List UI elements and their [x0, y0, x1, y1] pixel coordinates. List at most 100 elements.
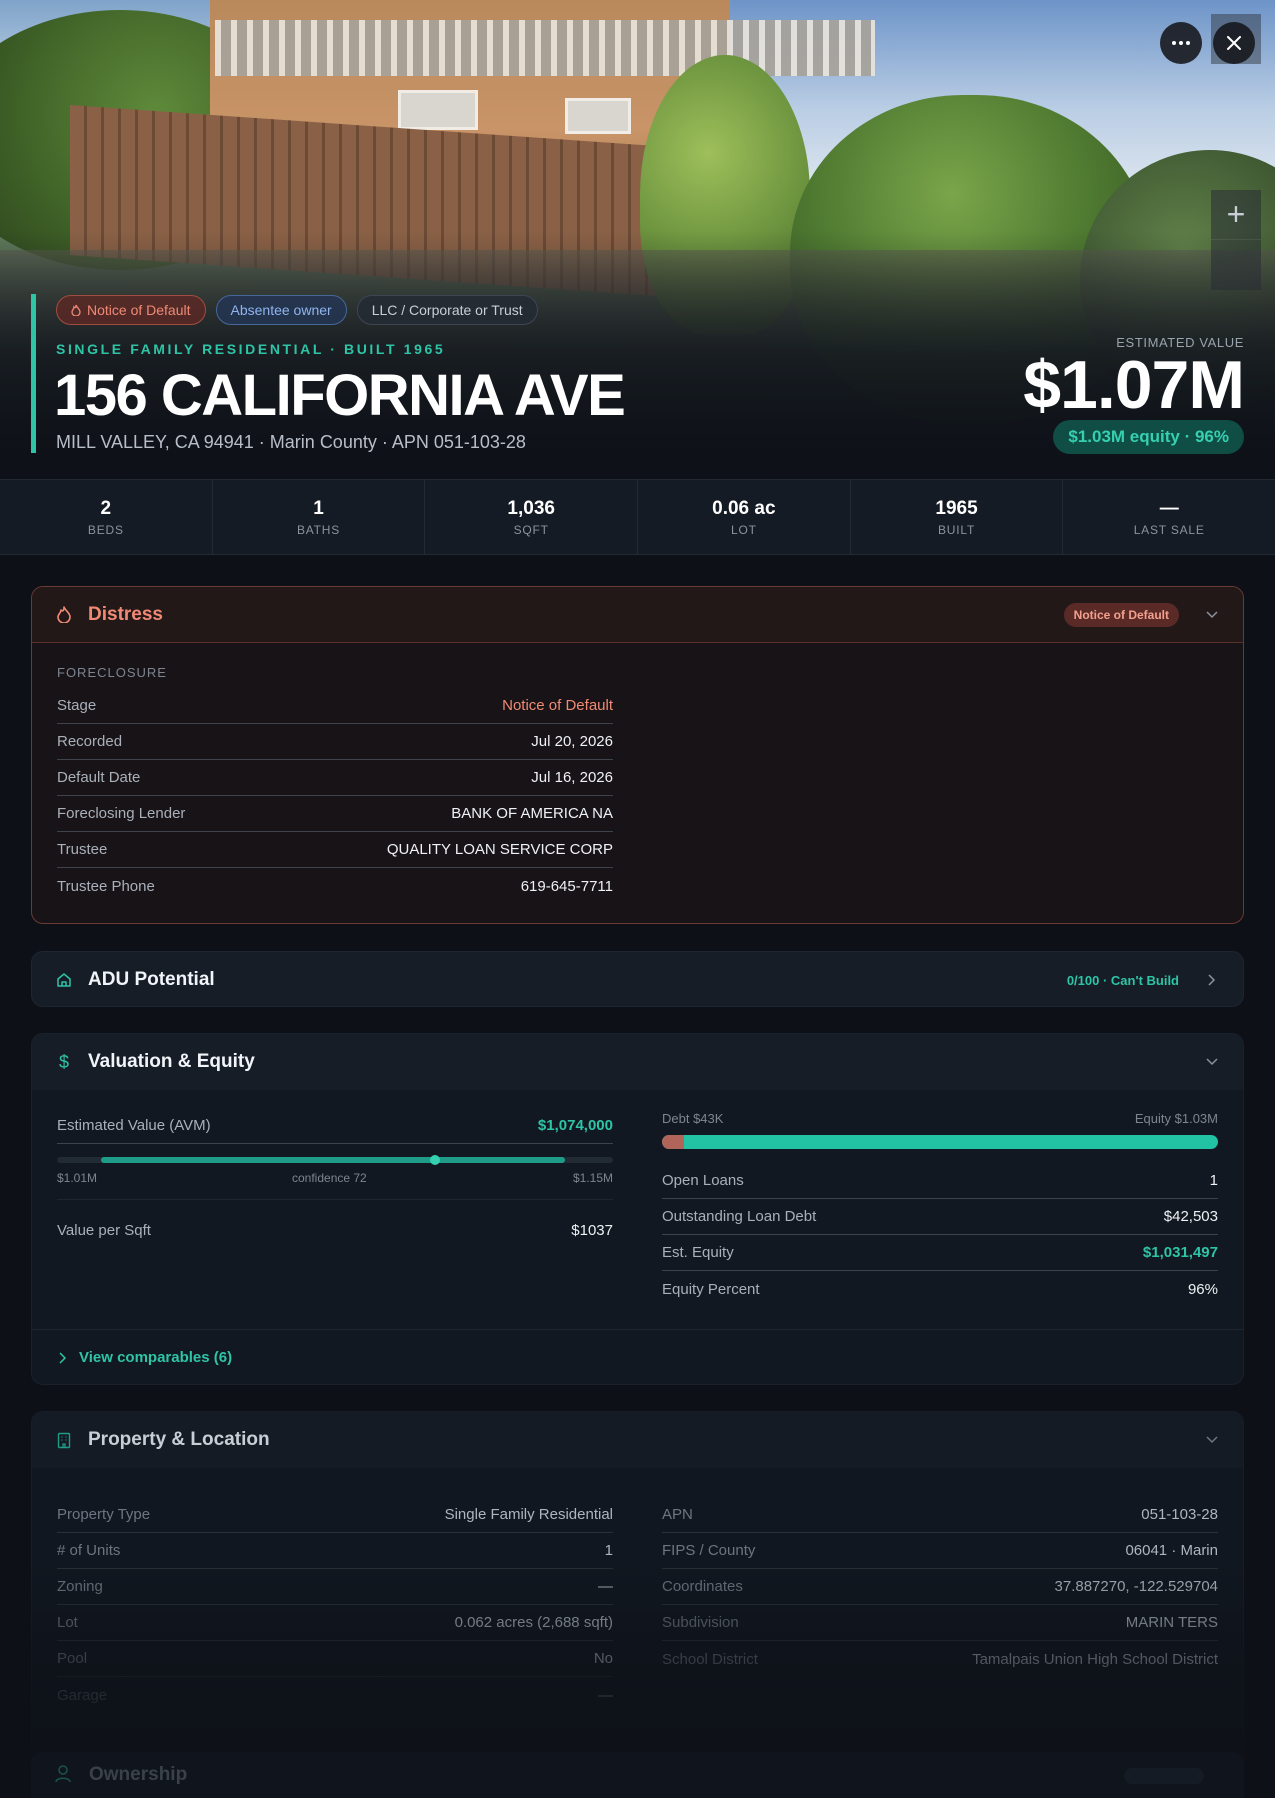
adu-card[interactable]: ADU Potential 0/100 · Can't Build	[31, 951, 1244, 1007]
tag-absentee-owner[interactable]: Absentee owner	[215, 295, 347, 325]
stat-value: 0.06 ac	[712, 497, 776, 519]
row-key: Trustee	[57, 841, 108, 858]
row-value: 96%	[1187, 1280, 1218, 1298]
flame-icon	[56, 606, 72, 624]
adu-score: 0/100 · Can't Build	[1066, 972, 1179, 988]
flame-icon	[71, 304, 81, 316]
tag-llc[interactable]: LLC / Corporate or Trust	[356, 295, 538, 325]
confidence-label: confidence 72	[292, 1171, 367, 1185]
detail-row: Zoning —	[57, 1569, 613, 1605]
stat-value: 2	[100, 497, 112, 519]
row-key: Value per Sqft	[57, 1221, 151, 1239]
detail-row: Recorded Jul 20, 2026	[57, 724, 613, 760]
detail-row: Subdivision MARIN TERS	[662, 1605, 1218, 1641]
row-value: Jul 20, 2026	[531, 733, 613, 750]
debt-equity-bar	[662, 1135, 1218, 1149]
row-key: Property Type	[57, 1506, 151, 1523]
section-label-foreclosure: FORECLOSURE	[57, 665, 167, 680]
row-value: 619-645-7711	[520, 877, 613, 895]
detail-row: Property Type Single Family Residential	[57, 1497, 613, 1533]
row-key: Est. Equity	[662, 1244, 734, 1261]
stat-last-sale: — LAST SALE	[1063, 480, 1275, 554]
row-value: BANK OF AMERICA NA	[451, 805, 613, 822]
row-key: Stage	[57, 697, 97, 714]
chevron-down-icon[interactable]	[1205, 608, 1219, 622]
chevron-down-icon[interactable]	[1205, 1055, 1219, 1069]
view-comparables-link[interactable]: View comparables (6)	[31, 1329, 1244, 1385]
building-icon	[56, 1431, 72, 1449]
tag-label: Notice of Default	[87, 302, 191, 318]
dollar-icon: $	[58, 1051, 69, 1072]
row-value: $1037	[571, 1221, 613, 1239]
debt-label: Debt $43K	[662, 1111, 724, 1126]
ownership-card[interactable]: Ownership	[31, 1752, 1244, 1798]
row-key: APN	[662, 1506, 693, 1523]
loan-row: Open Loans 1	[662, 1163, 1218, 1199]
location-line: MILL VALLEY, CA 94941 · Marin County · A…	[56, 432, 526, 452]
row-value: $1,074,000	[537, 1117, 613, 1134]
per-sqft-row: Value per Sqft $1037	[57, 1212, 613, 1248]
adu-header[interactable]: ADU Potential 0/100 · Can't Build	[32, 952, 1243, 1006]
home-icon	[56, 971, 72, 989]
detail-row: # of Units 1	[57, 1533, 613, 1569]
row-key: Lot	[57, 1614, 78, 1631]
distress-card: Distress Notice of Default FORECLOSURE S…	[31, 586, 1244, 924]
row-value: —	[598, 1686, 613, 1704]
loan-row: Outstanding Loan Debt $42,503	[662, 1199, 1218, 1235]
property-subtitle: SINGLE FAMILY RESIDENTIAL · BUILT 1965	[56, 341, 446, 357]
equity-badge: $1.03M equity · 96%	[1053, 420, 1244, 454]
avm-range-fill	[101, 1157, 565, 1163]
estimated-value: $1.07M	[1023, 347, 1245, 423]
more-button[interactable]	[1160, 22, 1202, 64]
tag-notice-of-default[interactable]: Notice of Default	[56, 295, 206, 325]
comparables-label: View comparables (6)	[79, 1349, 233, 1366]
row-value: No	[593, 1650, 613, 1667]
ownership-title: Ownership	[89, 1764, 188, 1785]
detail-row: Pool No	[57, 1641, 613, 1677]
row-value: 1	[604, 1542, 613, 1559]
chevron-right-icon[interactable]	[1205, 973, 1219, 987]
detail-row: School District Tamalpais Union High Scho…	[662, 1641, 1218, 1677]
distress-badge: Notice of Default	[1063, 603, 1179, 627]
detail-row: Default Date Jul 16, 2026	[57, 760, 613, 796]
row-key: Trustee Phone	[57, 877, 155, 895]
row-value: 1	[1209, 1172, 1218, 1189]
property-stats: 2 BEDS 1 BATHS 1,036 SQFT 0.06 ac LOT 1965 BU…	[0, 479, 1275, 555]
row-key: Estimated Value (AVM)	[57, 1117, 211, 1134]
row-key: Garage	[57, 1686, 108, 1704]
row-key: Recorded	[57, 733, 123, 750]
property-header[interactable]: Property & Location	[32, 1412, 1243, 1468]
detail-row: APN 051-103-28	[662, 1497, 1218, 1533]
row-key: Equity Percent	[662, 1280, 760, 1298]
detail-row: Garage —	[57, 1677, 613, 1713]
stat-value: 1	[313, 497, 324, 519]
map-zoom-control[interactable]: +	[1211, 190, 1261, 290]
row-value: QUALITY LOAN SERVICE CORP	[386, 841, 613, 858]
row-value: MARIN TERS	[1125, 1614, 1218, 1631]
debt-segment	[662, 1135, 684, 1149]
row-value: $42,503	[1163, 1208, 1218, 1225]
valuation-title: Valuation & Equity	[88, 1051, 255, 1072]
row-key: School District	[662, 1650, 758, 1668]
equity-label: Equity $1.03M	[1134, 1111, 1218, 1126]
property-card: Property & Location Property Type Single …	[31, 1411, 1244, 1798]
detail-row: Trustee Phone 619-645-7711	[57, 868, 613, 904]
stat-baths: 1 BATHS	[213, 480, 426, 554]
plus-icon[interactable]: +	[1211, 190, 1261, 240]
close-icon	[1227, 36, 1241, 50]
property-title: Property & Location	[88, 1429, 270, 1450]
row-key: Zoning	[57, 1578, 103, 1595]
row-key: Coordinates	[662, 1578, 743, 1595]
range-low: $1.01M	[57, 1171, 98, 1185]
detail-row: Stage Notice of Default	[57, 688, 613, 724]
distress-header[interactable]: Distress Notice of Default	[32, 587, 1243, 643]
stat-sqft: 1,036 SQFT	[425, 480, 639, 554]
loan-row: Equity Percent 96%	[662, 1271, 1218, 1307]
more-horizontal-icon	[1172, 41, 1190, 45]
valuation-header[interactable]: $ Valuation & Equity	[32, 1034, 1243, 1090]
stat-label: LOT	[730, 522, 757, 537]
detail-row: Foreclosing Lender BANK OF AMERICA NA	[57, 796, 613, 832]
chevron-down-icon[interactable]	[1205, 1433, 1219, 1447]
stat-label: SQFT	[513, 522, 549, 537]
close-button[interactable]	[1213, 22, 1255, 64]
